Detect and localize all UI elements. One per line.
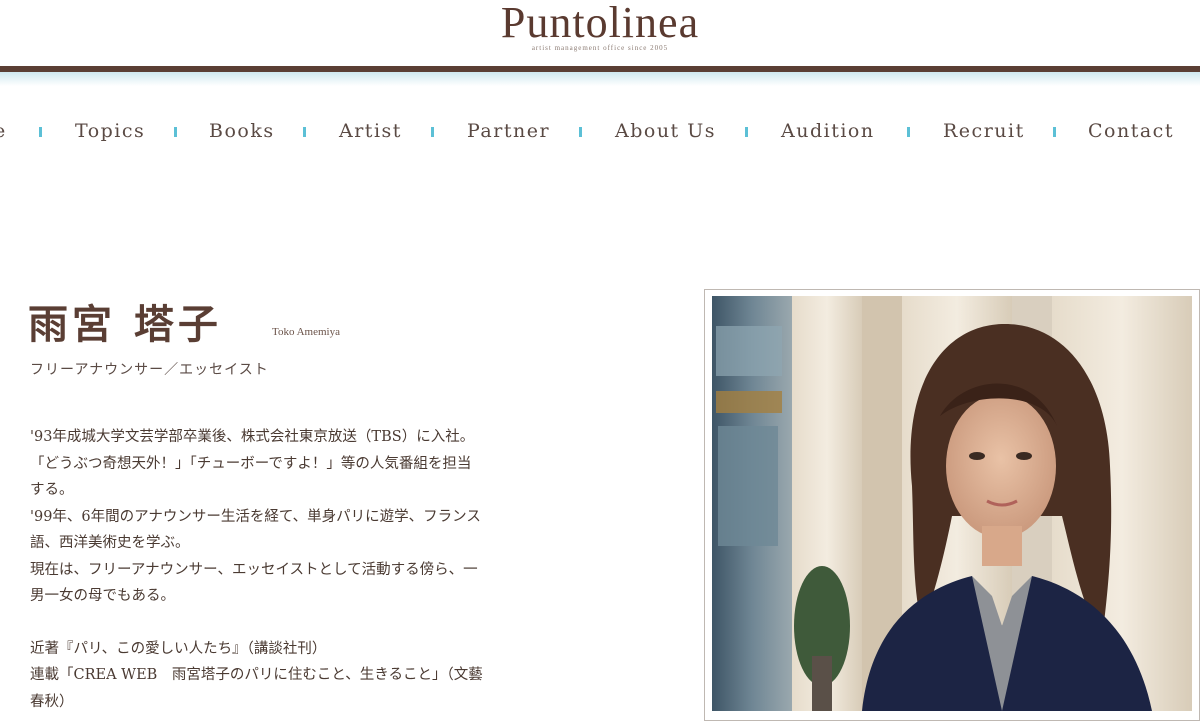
bio-line: 現在は、フリーアナウンサー、エッセイストとして活動する傍ら、一 (30, 561, 478, 578)
nav-item-audition[interactable]: Audition (781, 120, 875, 142)
works-line: 連載「CREA WEB 雨宮塔子のパリに住むこと、生きること」（文藝 (30, 667, 483, 683)
bio-line: '93年成城大学文芸学部卒業後、株式会社東京放送（TBS）に入社。 (30, 429, 475, 445)
logo-tagline: artist management office since 2005 (531, 44, 669, 52)
nav-item-about-us[interactable]: About Us (615, 120, 716, 142)
nav-separator (579, 127, 582, 137)
nav-separator (39, 127, 42, 137)
bio-line: 「どうぶつ奇想天外！」「チューボーですよ！」等の人気番組を担当 (30, 455, 472, 472)
bio-line: 語、西洋美術史を学ぶ。 (30, 535, 190, 551)
main-nav: e Topics Books Artist Partner About Us A… (0, 116, 1200, 152)
nav-separator (745, 127, 748, 137)
nav-separator (1053, 127, 1056, 137)
nav-separator (174, 127, 177, 137)
header-glow (0, 72, 1200, 86)
artist-portrait-photo (712, 296, 1192, 711)
nav-separator (907, 127, 910, 137)
site-logo[interactable]: Puntolinea artist management office sinc… (0, 0, 1200, 52)
works-line: 春秋） (30, 693, 74, 710)
artist-bio: '93年成城大学文芸学部卒業後、株式会社東京放送（TBS）に入社。 「どうぶつ奇… (30, 424, 570, 715)
bio-line: 男一女の母でもある。 (30, 588, 175, 604)
works-line: 近著『パリ、この愛しい人たち』（講談社刊） (30, 640, 327, 657)
nav-item-books[interactable]: Books (209, 120, 275, 142)
nav-item-partner[interactable]: Partner (467, 120, 550, 142)
bio-line: '99年、6年間のアナウンサー生活を経て、単身パリに遊学、フランス (30, 508, 481, 525)
artist-name: 雨宮 塔子 (28, 301, 222, 348)
site-header: Puntolinea artist management office sinc… (0, 0, 1200, 68)
nav-item-artist[interactable]: Artist (339, 120, 402, 142)
nav-separator (431, 127, 434, 137)
artist-role: フリーアナウンサー／エッセイスト (30, 362, 269, 378)
nav-item-topics[interactable]: Topics (75, 120, 145, 142)
artist-name-romaji: Toko Amemiya (272, 326, 340, 338)
nav-item-home[interactable]: e (0, 120, 7, 142)
bio-line: する。 (30, 482, 74, 498)
logo-text[interactable]: Puntolinea (0, 0, 1200, 46)
bio-spacer (30, 610, 570, 636)
nav-item-contact[interactable]: Contact (1088, 120, 1174, 142)
nav-separator (303, 127, 306, 137)
nav-item-recruit[interactable]: Recruit (943, 120, 1025, 142)
